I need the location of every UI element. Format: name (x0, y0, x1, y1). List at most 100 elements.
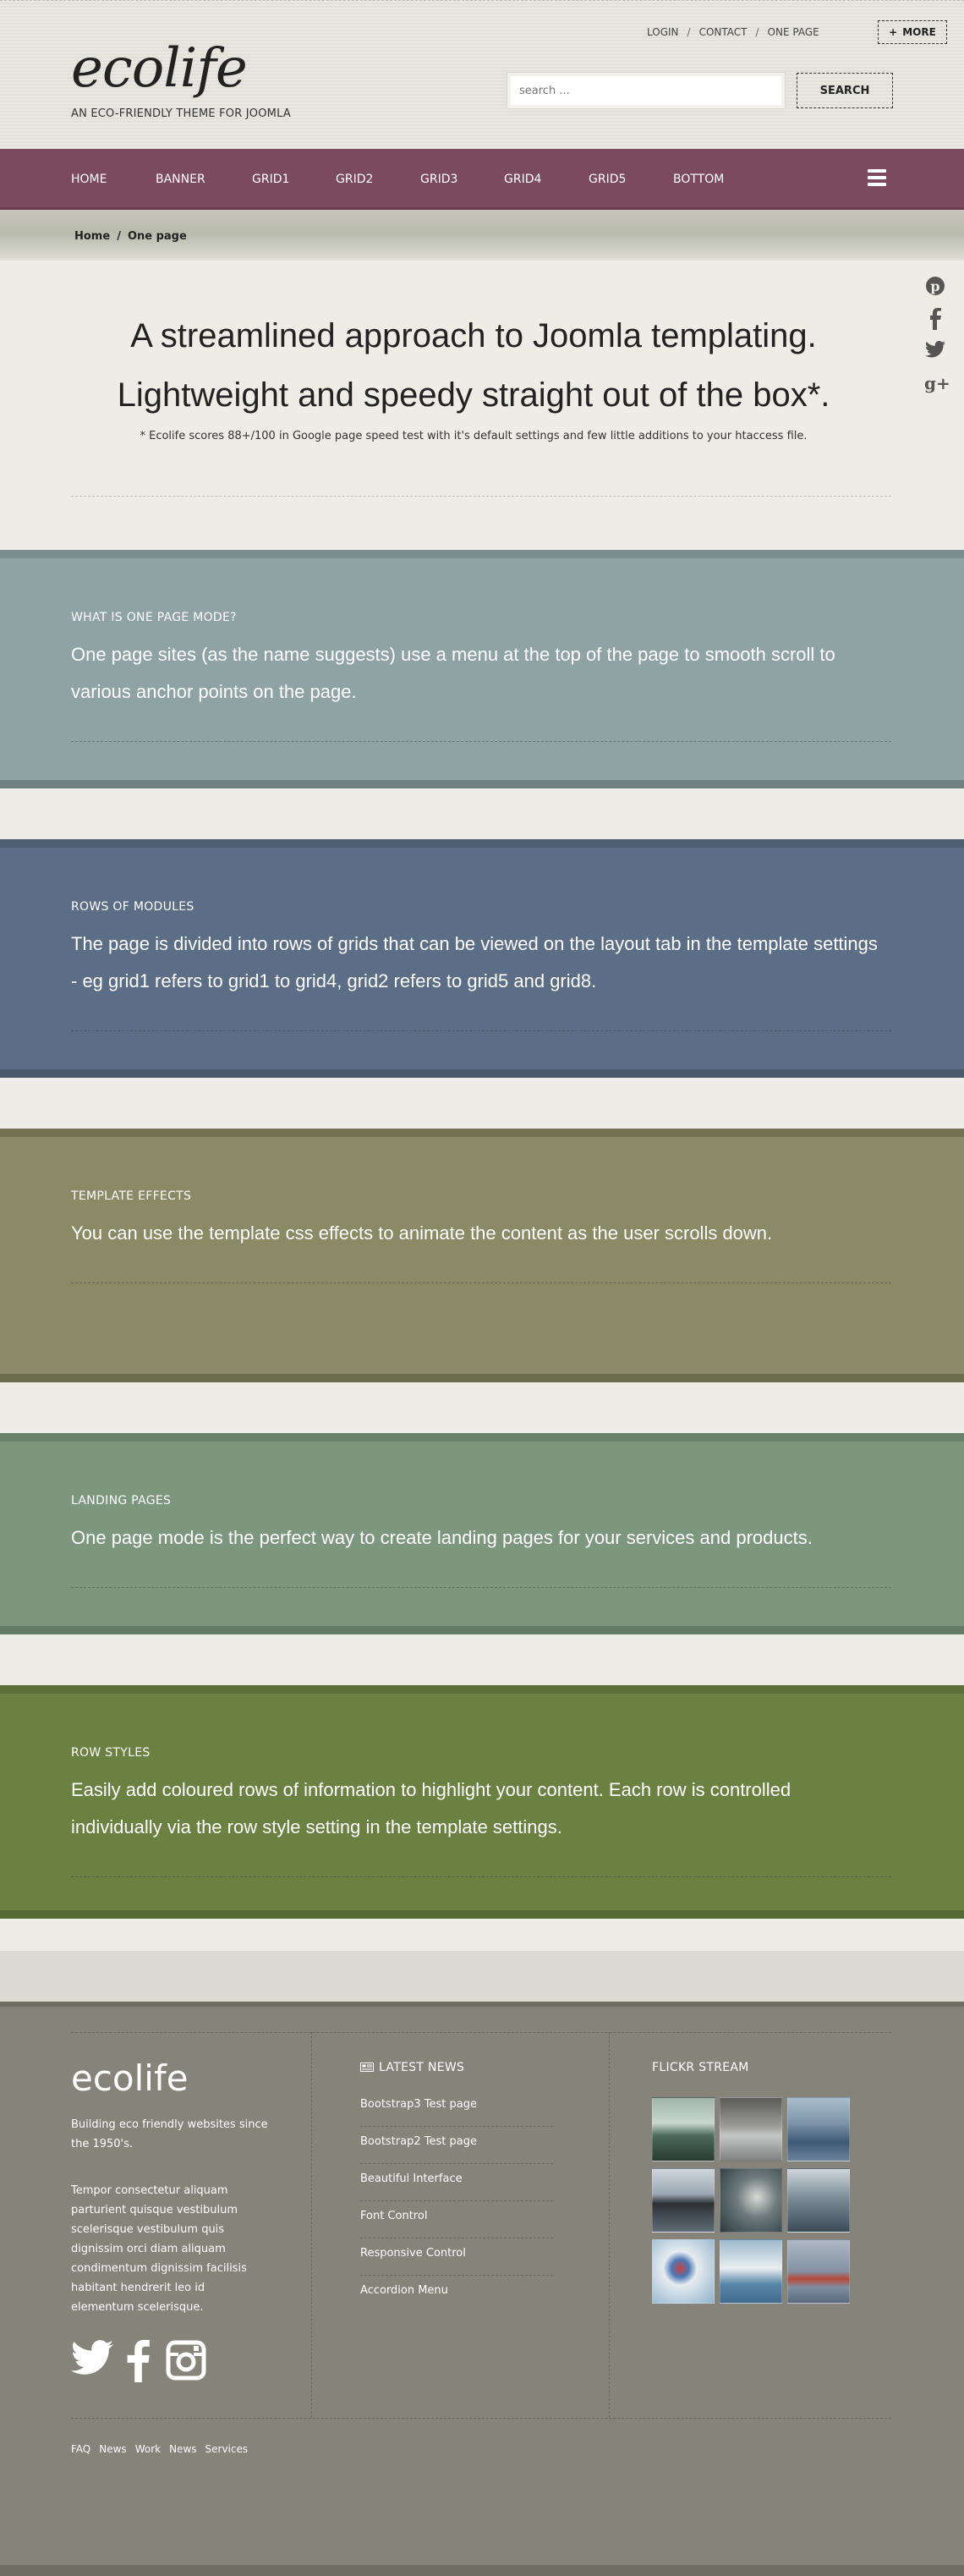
row-one-page-mode: WHAT IS ONE PAGE MODE? One page sites (a… (0, 550, 964, 788)
twitter-icon[interactable] (71, 2340, 113, 2379)
latest-news-heading: LATEST NEWS (360, 2061, 464, 2074)
divider (71, 2418, 891, 2419)
nav-item-bottom[interactable]: BOTTOM (673, 173, 724, 186)
main-nav: HOME BANNER GRID1 GRID2 GRID3 GRID4 GRID… (0, 149, 964, 210)
hero-headline: A streamlined approach to Joomla templat… (51, 306, 896, 425)
footer-logo[interactable]: ecolife (71, 2057, 189, 2099)
nav-item-home[interactable]: HOME (71, 173, 107, 186)
nav-item-grid2[interactable]: GRID2 (336, 173, 373, 186)
more-button[interactable]: + MORE (878, 20, 947, 44)
row-body-line: Easily add coloured rows of information … (71, 1779, 791, 1800)
news-item[interactable]: Bootstrap3 Test page (360, 2090, 553, 2127)
more-label: MORE (902, 26, 936, 38)
hamburger-menu-icon[interactable] (868, 169, 886, 186)
footer-link-faq[interactable]: FAQ (71, 2443, 90, 2455)
flickr-photo[interactable] (787, 2097, 850, 2161)
news-item[interactable]: Accordion Menu (360, 2276, 553, 2313)
breadcrumb-separator: / (117, 230, 121, 243)
footer-lorem: Tempor consectetur aliquam parturient qu… (71, 2181, 270, 2317)
row-kicker: TEMPLATE EFFECTS (71, 1189, 192, 1203)
row-body: One page sites (as the name suggests) us… (71, 636, 900, 711)
row-kicker: LANDING PAGES (71, 1494, 172, 1508)
flickr-photo[interactable] (720, 2168, 782, 2233)
flickr-photo[interactable] (652, 2097, 715, 2161)
footer-bottom-bar (0, 2565, 964, 2576)
footer-intro-line: Building eco friendly websites since (71, 2118, 268, 2131)
one-page-link[interactable]: ONE PAGE (768, 26, 819, 38)
flickr-photo[interactable] (720, 2097, 782, 2161)
divider (71, 496, 891, 497)
footer-lorem-line: elementum scelerisque. (71, 2301, 204, 2314)
row-edge (0, 1129, 964, 1137)
row-edge (0, 1685, 964, 1694)
news-item[interactable]: Responsive Control (360, 2238, 553, 2276)
flickr-heading: FLICKR STREAM (652, 2061, 749, 2074)
footer-link-services[interactable]: Services (205, 2443, 249, 2455)
footer-lorem-line: Tempor consectetur aliquam (71, 2184, 228, 2197)
row-kicker: WHAT IS ONE PAGE MODE? (71, 611, 237, 624)
divider (71, 1030, 891, 1031)
divider (71, 1876, 891, 1877)
google-plus-icon[interactable]: g+ (924, 372, 950, 394)
row-body-line: - eg grid1 refers to grid1 to grid4, gri… (71, 970, 597, 991)
facebook-icon[interactable] (924, 308, 946, 330)
contact-link[interactable]: CONTACT (699, 26, 748, 38)
site-tagline: AN ECO-FRIENDLY THEME FOR JOOMLA (71, 107, 291, 120)
row-body: The page is divided into rows of grids t… (71, 925, 900, 1000)
search-input[interactable] (507, 73, 785, 108)
divider (71, 1587, 891, 1588)
nav-item-grid5[interactable]: GRID5 (589, 173, 626, 186)
top-links: LOGIN / CONTACT / ONE PAGE (647, 26, 819, 38)
row-edge (0, 1910, 964, 1919)
footer-lorem-line: condimentum dignissim facilisis (71, 2262, 247, 2275)
news-item[interactable]: Bootstrap2 Test page (360, 2127, 553, 2164)
column-divider (311, 2032, 312, 2418)
footer-link-work[interactable]: Work (135, 2443, 161, 2455)
divider (71, 741, 891, 742)
flickr-photo[interactable] (652, 2239, 715, 2304)
latest-news-list: Bootstrap3 Test page Bootstrap2 Test pag… (360, 2090, 553, 2313)
nav-item-grid3[interactable]: GRID3 (420, 173, 457, 186)
flickr-photo[interactable] (787, 2168, 850, 2233)
login-link[interactable]: LOGIN (647, 26, 679, 38)
footer-link-news[interactable]: News (99, 2443, 126, 2455)
row-body: One page mode is the perfect way to crea… (71, 1519, 900, 1557)
footer-links: FAQ News Work News Services (71, 2443, 248, 2455)
pre-footer-band (0, 1951, 964, 2002)
breadcrumb-home[interactable]: Home (74, 230, 110, 243)
footer-lorem-line: dignissim orci diam aliquam (71, 2243, 226, 2255)
footer-link-news-2[interactable]: News (169, 2443, 196, 2455)
row-template-effects: TEMPLATE EFFECTS You can use the templat… (0, 1129, 964, 1382)
nav-item-grid1[interactable]: GRID1 (252, 173, 289, 186)
nav-item-grid4[interactable]: GRID4 (504, 173, 541, 186)
footer-lorem-line: scelerisque vestibulum quis (71, 2223, 225, 2236)
svg-text:p: p (930, 278, 939, 294)
flickr-photo[interactable] (787, 2239, 850, 2304)
latest-news-label: LATEST NEWS (379, 2061, 465, 2074)
row-kicker: ROWS OF MODULES (71, 900, 194, 914)
row-body-line: The page is divided into rows of grids t… (71, 933, 878, 954)
row-rows-of-modules: ROWS OF MODULES The page is divided into… (0, 839, 964, 1078)
flickr-photo[interactable] (720, 2239, 782, 2304)
breadcrumb: Home / One page (74, 230, 194, 243)
row-body-line: One page mode is the perfect way to crea… (71, 1527, 813, 1548)
row-body-line: individually via the row style setting i… (71, 1816, 562, 1837)
row-landing-pages: LANDING PAGES One page mode is the perfe… (0, 1433, 964, 1634)
row-edge (0, 1374, 964, 1382)
pinterest-icon[interactable]: p (924, 276, 946, 298)
row-edge (0, 1433, 964, 1442)
site-logo[interactable]: ecolife (71, 37, 248, 100)
search-button[interactable]: SEARCH (797, 73, 893, 108)
row-row-styles: ROW STYLES Easily add coloured rows of i… (0, 1685, 964, 1919)
footer-lorem-line: habitant hendrerit leo id (71, 2282, 205, 2294)
row-body-line: One page sites (as the name suggests) us… (71, 644, 835, 665)
instagram-icon[interactable] (166, 2340, 206, 2384)
flickr-photo[interactable] (652, 2168, 715, 2233)
row-body-line: various anchor points on the page. (71, 681, 357, 702)
twitter-icon[interactable] (924, 340, 946, 362)
hero-footnote: * Ecolife scores 88+/100 in Google page … (140, 430, 808, 442)
news-item[interactable]: Font Control (360, 2201, 553, 2238)
news-item[interactable]: Beautiful Interface (360, 2164, 553, 2201)
facebook-icon[interactable] (127, 2340, 151, 2386)
nav-item-banner[interactable]: BANNER (156, 173, 205, 186)
